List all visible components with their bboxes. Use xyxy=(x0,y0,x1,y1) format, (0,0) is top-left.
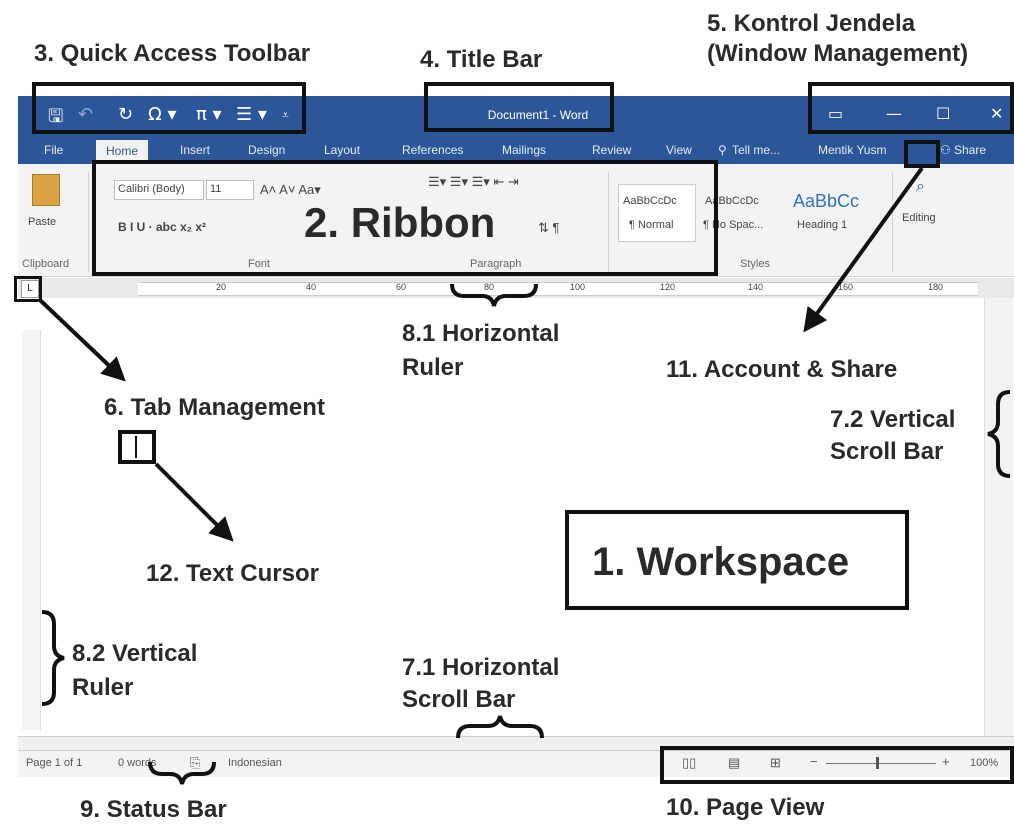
tab-insert[interactable]: Insert xyxy=(180,143,210,157)
tell-me-input[interactable]: Tell me... xyxy=(732,143,780,157)
tab-file[interactable]: File xyxy=(44,143,63,157)
paste-button[interactable]: Paste xyxy=(28,216,56,228)
account-share-label: 11. Account & Share xyxy=(666,356,898,383)
window-control-box xyxy=(808,82,1014,134)
style-heading-1[interactable]: AaBbCc Heading 1 xyxy=(788,184,874,242)
vertical-scroll-bar[interactable] xyxy=(984,298,1013,736)
tab-review[interactable]: Review xyxy=(592,143,631,157)
tab-references[interactable]: References xyxy=(402,143,463,157)
text-cursor-box xyxy=(118,430,156,464)
ruler-mark: 140 xyxy=(748,282,764,292)
language[interactable]: Indonesian xyxy=(228,757,282,769)
lightbulb-icon: ⚲ xyxy=(718,143,727,157)
share-icon[interactable]: ⚇ xyxy=(940,143,951,157)
v-ruler-label-2: Ruler xyxy=(72,674,134,701)
page-view-box xyxy=(660,746,1014,784)
group-styles-label: Styles xyxy=(740,258,770,270)
ruler-mark: 160 xyxy=(838,282,854,292)
ruler-mark: 60 xyxy=(396,282,407,292)
editing-button[interactable]: Editing xyxy=(902,212,936,224)
tab-management-label: 6. Tab Management xyxy=(104,394,325,421)
proofing-icon[interactable]: ⎘ xyxy=(190,755,200,771)
window-control-label-2: (Window Management) xyxy=(707,40,969,67)
tab-layout[interactable]: Layout xyxy=(324,143,360,157)
tab-view[interactable]: View xyxy=(666,143,692,157)
ribbon-label: 2. Ribbon xyxy=(300,200,500,246)
window-control-label-1: 5. Kontrol Jendela xyxy=(707,10,916,37)
tab-management-box xyxy=(14,276,42,302)
h-ruler-label-1: 8.1 Horizontal xyxy=(402,320,560,347)
h-scroll-label-1: 7.1 Horizontal xyxy=(402,654,560,681)
ruler-mark: 20 xyxy=(216,282,227,292)
h-ruler-label-2: Ruler xyxy=(402,354,464,381)
page-view-label: 10. Page View xyxy=(666,794,825,821)
ruler-mark: 100 xyxy=(570,282,586,292)
vertical-ruler[interactable] xyxy=(22,330,41,730)
clipboard-icon[interactable] xyxy=(32,174,60,206)
h-scroll-label-2: Scroll Bar xyxy=(402,686,516,713)
ruler-mark: 80 xyxy=(484,282,495,292)
horizontal-ruler[interactable]: 20 40 60 80 100 120 140 160 180 xyxy=(18,278,1014,298)
word-count[interactable]: 0 words xyxy=(118,757,157,769)
ruler-mark: 120 xyxy=(660,282,676,292)
v-scroll-label-1: 7.2 Vertical xyxy=(830,406,956,433)
title-bar-label: 4. Title Bar xyxy=(420,46,543,73)
group-clipboard-label: Clipboard xyxy=(22,258,70,270)
tab-design[interactable]: Design xyxy=(248,143,285,157)
account-name[interactable]: Mentik Yusm xyxy=(818,143,886,157)
status-bar-label: 9. Status Bar xyxy=(80,796,227,823)
find-icon[interactable]: ⌕ xyxy=(916,178,925,196)
quick-access-box xyxy=(32,82,306,134)
workspace-label: 1. Workspace xyxy=(592,540,850,584)
account-share-box xyxy=(904,140,940,168)
cursor-line xyxy=(135,436,137,458)
v-ruler-label-1: 8.2 Vertical xyxy=(72,640,198,667)
page-count[interactable]: Page 1 of 1 xyxy=(26,757,82,769)
ruler-mark: 180 xyxy=(928,282,944,292)
share-button[interactable]: Share xyxy=(954,143,986,157)
v-scroll-label-2: Scroll Bar xyxy=(830,438,944,465)
text-cursor-label: 12. Text Cursor xyxy=(146,560,319,587)
quick-access-label: 3. Quick Access Toolbar xyxy=(34,40,311,67)
tab-mailings[interactable]: Mailings xyxy=(502,143,546,157)
title-bar-box xyxy=(424,82,614,132)
ruler-mark: 40 xyxy=(306,282,317,292)
